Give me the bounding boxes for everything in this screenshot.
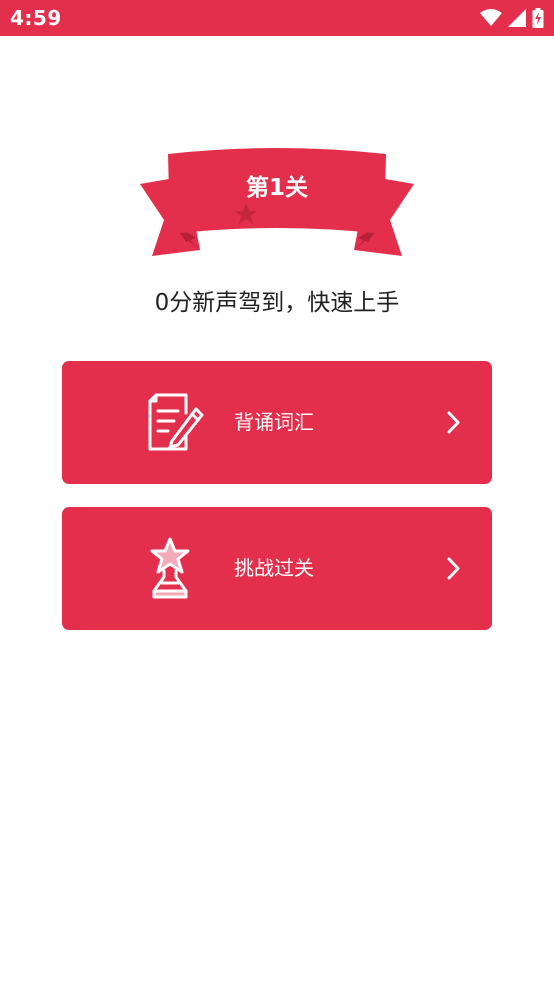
- chevron-right-icon: [446, 410, 462, 435]
- signal-icon: [508, 9, 526, 27]
- status-time: 4:59: [10, 6, 62, 30]
- document-pen-icon: [142, 391, 204, 455]
- trophy-star-icon: [142, 537, 204, 601]
- card-label: 背诵词汇: [234, 410, 314, 434]
- chevron-right-icon: [446, 556, 462, 581]
- level-title: 第1关: [245, 175, 308, 201]
- recite-vocabulary-button[interactable]: 背诵词汇: [62, 361, 492, 484]
- level-banner: 第1关: [138, 146, 416, 261]
- card-label: 挑战过关: [234, 556, 314, 580]
- star-rating: [234, 202, 320, 226]
- status-bar: 4:59: [0, 0, 554, 36]
- star-icon: [235, 203, 257, 224]
- level-subtitle: 0分新声驾到，快速上手: [154, 290, 400, 316]
- battery-charging-icon: [532, 8, 544, 28]
- challenge-level-button[interactable]: 挑战过关: [62, 507, 492, 630]
- wifi-icon: [480, 9, 502, 27]
- system-icons: [480, 8, 544, 28]
